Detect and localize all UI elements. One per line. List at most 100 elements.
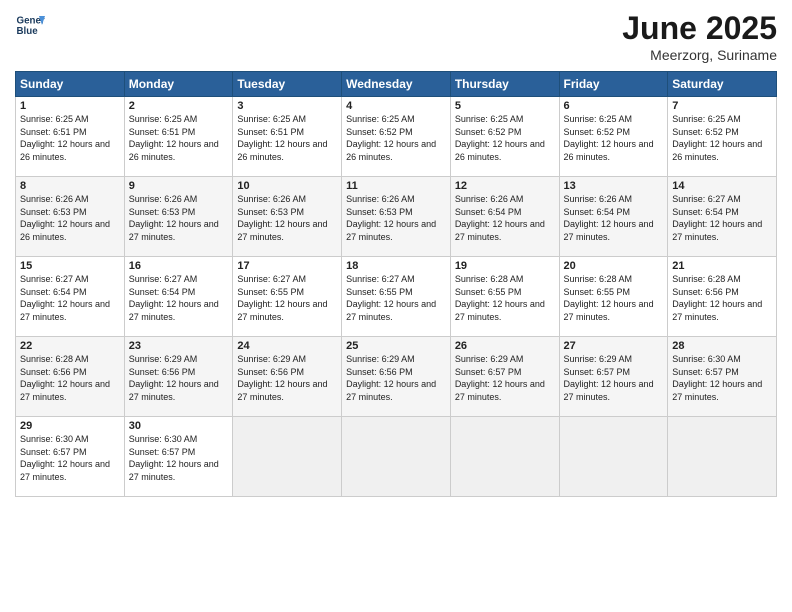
day-number: 29 — [20, 420, 120, 432]
calendar-cell: 21Sunrise: 6:28 AMSunset: 6:56 PMDayligh… — [668, 257, 777, 337]
calendar-cell: 1Sunrise: 6:25 AMSunset: 6:51 PMDaylight… — [16, 97, 125, 177]
logo-icon: General Blue — [15, 10, 45, 40]
day-number: 7 — [672, 100, 772, 112]
calendar-cell: 20Sunrise: 6:28 AMSunset: 6:55 PMDayligh… — [559, 257, 668, 337]
day-info: Sunrise: 6:28 AMSunset: 6:56 PMDaylight:… — [20, 353, 120, 403]
calendar-cell: 22Sunrise: 6:28 AMSunset: 6:56 PMDayligh… — [16, 337, 125, 417]
day-info: Sunrise: 6:29 AMSunset: 6:56 PMDaylight:… — [237, 353, 337, 403]
day-info: Sunrise: 6:28 AMSunset: 6:55 PMDaylight:… — [455, 273, 555, 323]
calendar-cell: 15Sunrise: 6:27 AMSunset: 6:54 PMDayligh… — [16, 257, 125, 337]
weekday-header: Tuesday — [233, 72, 342, 97]
calendar-body: 1 Sunrise: 6:25 AMSunset: 6:51 PMDaylight… — [16, 97, 777, 497]
calendar-cell: 19Sunrise: 6:28 AMSunset: 6:55 PMDayligh… — [450, 257, 559, 337]
day-info: Sunrise: 6:25 AMSunset: 6:52 PMDaylight:… — [672, 113, 772, 163]
day-info: Sunrise: 6:27 AMSunset: 6:54 PMDaylight:… — [672, 193, 772, 243]
day-number: 2 — [129, 100, 229, 112]
calendar-cell: 5Sunrise: 6:25 AMSunset: 6:52 PMDaylight… — [450, 97, 559, 177]
day-number: 25 — [346, 340, 446, 352]
svg-text:Blue: Blue — [17, 26, 39, 37]
calendar-cell: 8Sunrise: 6:26 AMSunset: 6:53 PMDaylight… — [16, 177, 125, 257]
calendar-cell: 3Sunrise: 6:25 AMSunset: 6:51 PMDaylight… — [233, 97, 342, 177]
calendar-cell: 6Sunrise: 6:25 AMSunset: 6:52 PMDaylight… — [559, 97, 668, 177]
day-info: Sunrise: 6:28 AMSunset: 6:56 PMDaylight:… — [672, 273, 772, 323]
calendar-cell: 4Sunrise: 6:25 AMSunset: 6:52 PMDaylight… — [342, 97, 451, 177]
day-number: 18 — [346, 260, 446, 272]
day-number: 20 — [564, 260, 664, 272]
page: General Blue June 2025 Meerzorg, Surinam… — [0, 0, 792, 612]
day-info: Sunrise: 6:26 AMSunset: 6:53 PMDaylight:… — [237, 193, 337, 243]
calendar-cell: 10Sunrise: 6:26 AMSunset: 6:53 PMDayligh… — [233, 177, 342, 257]
calendar-row: 29Sunrise: 6:30 AMSunset: 6:57 PMDayligh… — [16, 417, 777, 497]
logo: General Blue — [15, 10, 45, 40]
calendar-cell — [559, 417, 668, 497]
calendar-cell: 29Sunrise: 6:30 AMSunset: 6:57 PMDayligh… — [16, 417, 125, 497]
day-info: Sunrise: 6:29 AMSunset: 6:56 PMDaylight:… — [346, 353, 446, 403]
day-number: 15 — [20, 260, 120, 272]
calendar-cell: 23Sunrise: 6:29 AMSunset: 6:56 PMDayligh… — [124, 337, 233, 417]
calendar-cell: 16Sunrise: 6:27 AMSunset: 6:54 PMDayligh… — [124, 257, 233, 337]
day-info: Sunrise: 6:26 AMSunset: 6:54 PMDaylight:… — [564, 193, 664, 243]
calendar-cell: 27Sunrise: 6:29 AMSunset: 6:57 PMDayligh… — [559, 337, 668, 417]
day-info: Sunrise: 6:26 AMSunset: 6:53 PMDaylight:… — [346, 193, 446, 243]
day-number: 5 — [455, 100, 555, 112]
day-number: 17 — [237, 260, 337, 272]
day-info: Sunrise: 6:25 AMSunset: 6:51 PMDaylight:… — [237, 113, 337, 163]
day-number: 12 — [455, 180, 555, 192]
title-block: June 2025 Meerzorg, Suriname — [622, 10, 777, 63]
day-number: 22 — [20, 340, 120, 352]
calendar-cell: 12Sunrise: 6:26 AMSunset: 6:54 PMDayligh… — [450, 177, 559, 257]
day-info: Sunrise: 6:27 AMSunset: 6:55 PMDaylight:… — [237, 273, 337, 323]
day-info: Sunrise: 6:25 AMSunset: 6:52 PMDaylight:… — [455, 113, 555, 163]
weekday-header: Saturday — [668, 72, 777, 97]
day-number: 24 — [237, 340, 337, 352]
calendar-cell: 18Sunrise: 6:27 AMSunset: 6:55 PMDayligh… — [342, 257, 451, 337]
day-number: 23 — [129, 340, 229, 352]
calendar-cell: 14Sunrise: 6:27 AMSunset: 6:54 PMDayligh… — [668, 177, 777, 257]
weekday-header: Wednesday — [342, 72, 451, 97]
day-number: 26 — [455, 340, 555, 352]
calendar-cell — [342, 417, 451, 497]
day-info: Sunrise: 6:30 AMSunset: 6:57 PMDaylight:… — [20, 433, 120, 483]
weekday-header: Sunday — [16, 72, 125, 97]
calendar-row: 22Sunrise: 6:28 AMSunset: 6:56 PMDayligh… — [16, 337, 777, 417]
day-number: 14 — [672, 180, 772, 192]
day-info: Sunrise: 6:29 AMSunset: 6:56 PMDaylight:… — [129, 353, 229, 403]
day-info: Sunrise: 6:27 AMSunset: 6:55 PMDaylight:… — [346, 273, 446, 323]
header: General Blue June 2025 Meerzorg, Surinam… — [15, 10, 777, 63]
day-number: 21 — [672, 260, 772, 272]
day-number: 4 — [346, 100, 446, 112]
calendar-cell: 11Sunrise: 6:26 AMSunset: 6:53 PMDayligh… — [342, 177, 451, 257]
day-info: Sunrise: 6:25 AMSunset: 6:52 PMDaylight:… — [346, 113, 446, 163]
weekday-header: Thursday — [450, 72, 559, 97]
day-info: Sunrise: 6:27 AMSunset: 6:54 PMDaylight:… — [20, 273, 120, 323]
calendar-cell: 26Sunrise: 6:29 AMSunset: 6:57 PMDayligh… — [450, 337, 559, 417]
day-info: Sunrise: 6:27 AMSunset: 6:54 PMDaylight:… — [129, 273, 229, 323]
day-info: Sunrise: 6:30 AMSunset: 6:57 PMDaylight:… — [129, 433, 229, 483]
day-info: Sunrise: 6:28 AMSunset: 6:55 PMDaylight:… — [564, 273, 664, 323]
weekday-header: Monday — [124, 72, 233, 97]
day-number: 10 — [237, 180, 337, 192]
day-number: 30 — [129, 420, 229, 432]
day-number: 1 — [20, 100, 120, 112]
calendar-header-row: SundayMondayTuesdayWednesdayThursdayFrid… — [16, 72, 777, 97]
day-info: Sunrise: 6:26 AMSunset: 6:53 PMDaylight:… — [20, 193, 120, 243]
day-info: Sunrise: 6:29 AMSunset: 6:57 PMDaylight:… — [564, 353, 664, 403]
day-number: 8 — [20, 180, 120, 192]
day-number: 3 — [237, 100, 337, 112]
location: Meerzorg, Suriname — [622, 47, 777, 63]
calendar-cell: 24Sunrise: 6:29 AMSunset: 6:56 PMDayligh… — [233, 337, 342, 417]
day-number: 19 — [455, 260, 555, 272]
calendar-cell: 13Sunrise: 6:26 AMSunset: 6:54 PMDayligh… — [559, 177, 668, 257]
day-number: 27 — [564, 340, 664, 352]
calendar: SundayMondayTuesdayWednesdayThursdayFrid… — [15, 71, 777, 497]
day-info: Sunrise: 6:26 AMSunset: 6:53 PMDaylight:… — [129, 193, 229, 243]
day-number: 16 — [129, 260, 229, 272]
calendar-row: 1 Sunrise: 6:25 AMSunset: 6:51 PMDaylight… — [16, 97, 777, 177]
calendar-row: 8Sunrise: 6:26 AMSunset: 6:53 PMDaylight… — [16, 177, 777, 257]
calendar-cell: 30Sunrise: 6:30 AMSunset: 6:57 PMDayligh… — [124, 417, 233, 497]
day-number: 13 — [564, 180, 664, 192]
calendar-cell: 28Sunrise: 6:30 AMSunset: 6:57 PMDayligh… — [668, 337, 777, 417]
weekday-header: Friday — [559, 72, 668, 97]
calendar-cell — [668, 417, 777, 497]
day-number: 11 — [346, 180, 446, 192]
